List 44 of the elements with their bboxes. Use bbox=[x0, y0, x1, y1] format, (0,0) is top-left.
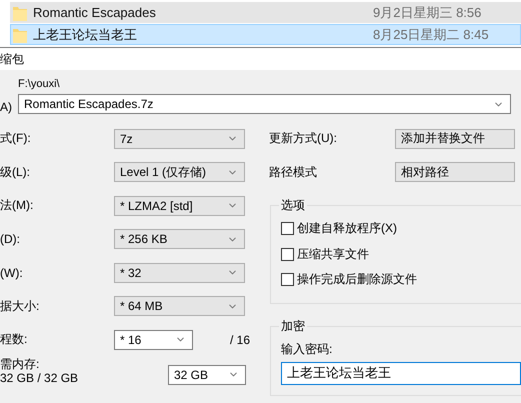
memory-label: 需内存: bbox=[0, 356, 40, 370]
file-name: Romantic Escapades bbox=[33, 5, 157, 20]
checkbox[interactable] bbox=[281, 248, 294, 261]
archive-label: A) bbox=[0, 100, 13, 114]
option-combo[interactable]: 添加并替换文件 bbox=[395, 128, 515, 149]
dialog-title: 缩包 bbox=[0, 50, 24, 68]
field-label: 法(M): bbox=[0, 197, 34, 214]
checkbox-option[interactable]: 操作完成后删除源文件 bbox=[281, 267, 521, 292]
field-label: 程数: bbox=[0, 331, 28, 348]
option-combo[interactable]: Level 1 (仅存储) bbox=[114, 162, 245, 182]
option-combo[interactable]: 7z bbox=[114, 128, 245, 149]
archive-name-combo[interactable]: Romantic Escapades.7z bbox=[18, 94, 511, 114]
field-label: (D): bbox=[0, 232, 21, 246]
memory-usage: 32 GB / 32 GB bbox=[0, 370, 80, 384]
checkbox-option[interactable]: 压缩共享文件 bbox=[281, 242, 521, 267]
group-title: 选项 bbox=[280, 197, 306, 214]
folder-icon bbox=[13, 4, 27, 20]
password-field[interactable]: 上老王论坛当老王 bbox=[281, 362, 521, 384]
archive-path: F:\youxi\ bbox=[18, 78, 61, 90]
option-combo[interactable]: * 256 KB bbox=[114, 229, 245, 250]
file-date: 8月25日星期二 8:45 bbox=[373, 26, 489, 44]
thread-max: / 16 bbox=[230, 332, 250, 347]
checkbox[interactable] bbox=[281, 273, 294, 286]
memory-combo[interactable]: 32 GB bbox=[168, 364, 246, 384]
field-label: 式(F): bbox=[0, 130, 32, 148]
file-row[interactable]: 上老王论坛当老王 8月25日星期二 8:45 bbox=[10, 24, 521, 45]
password-label: 输入密码: bbox=[281, 340, 334, 358]
field-label: 据大小: bbox=[0, 298, 40, 315]
field-label: 级(L): bbox=[0, 164, 31, 181]
field-label: 更新方式(U): bbox=[269, 130, 338, 148]
file-name: 上老王论坛当老王 bbox=[33, 26, 138, 44]
group-title: 加密 bbox=[280, 318, 306, 334]
option-combo[interactable]: * 32 bbox=[114, 262, 245, 283]
checkbox-option[interactable]: 创建自释放程序(X) bbox=[281, 216, 521, 242]
option-combo[interactable]: * 64 MB bbox=[114, 296, 245, 316]
checkbox[interactable] bbox=[281, 222, 294, 236]
threads-combo[interactable]: * 16 bbox=[114, 330, 193, 350]
option-combo[interactable]: 相对路径 bbox=[395, 162, 515, 182]
folder-icon bbox=[13, 26, 27, 42]
field-label: (W): bbox=[0, 266, 24, 280]
file-row[interactable]: Romantic Escapades 9月2日星期三 8:56 bbox=[10, 2, 521, 23]
field-label: 路径模式 bbox=[269, 164, 318, 181]
file-date: 9月2日星期三 8:56 bbox=[373, 4, 482, 22]
option-combo[interactable]: * LZMA2 [std] bbox=[114, 196, 245, 216]
